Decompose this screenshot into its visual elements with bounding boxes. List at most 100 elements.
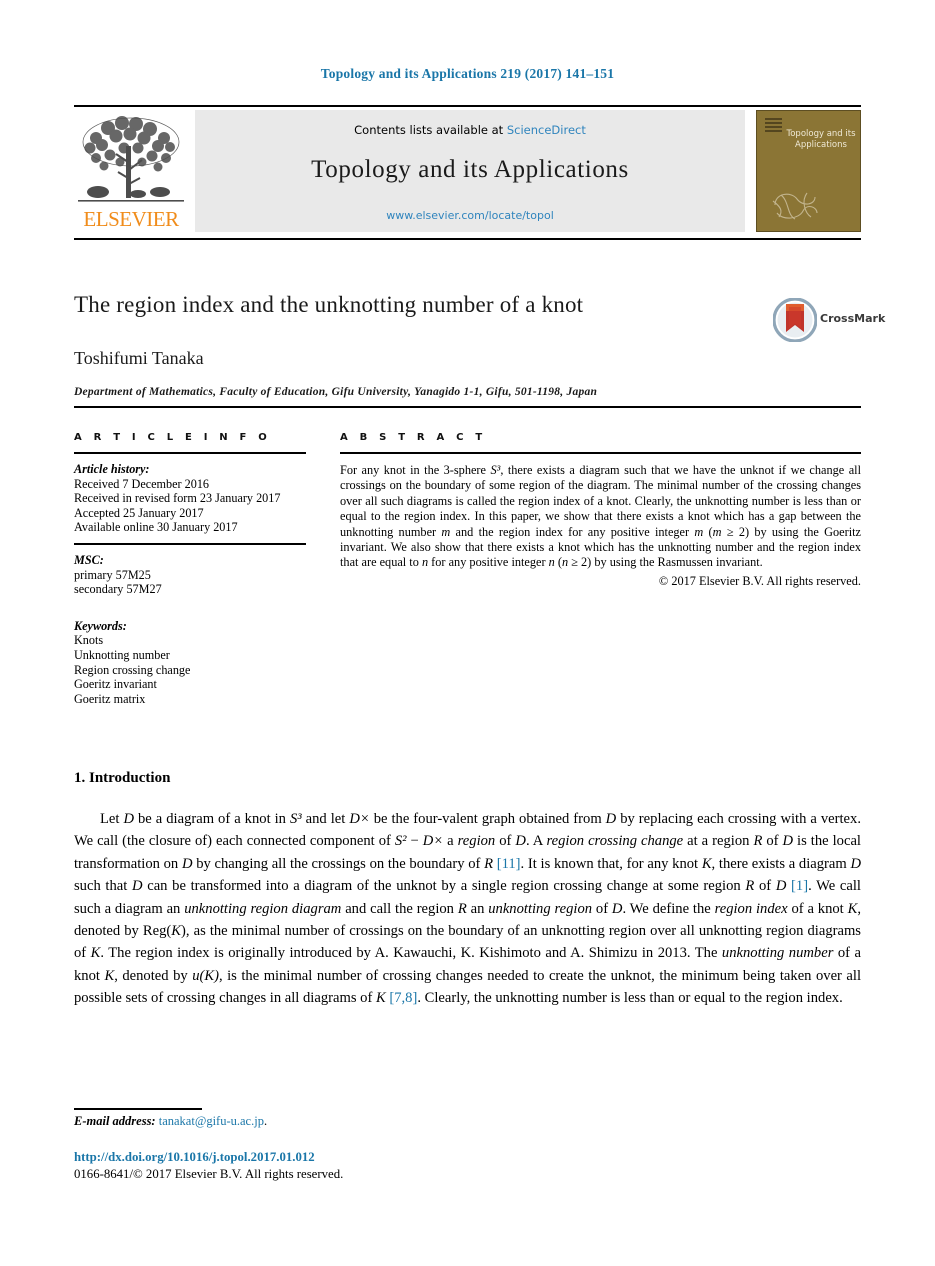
- body-math: D: [605, 811, 617, 827]
- citation-link[interactable]: [7,8]: [389, 990, 417, 1006]
- body-emphasis: unknotting region diagram: [184, 900, 342, 917]
- article-info-rule: [74, 452, 306, 454]
- abstract-math: m: [441, 524, 451, 539]
- body-seg: Let: [100, 811, 124, 827]
- abstract-seg: and the region index for any positive in…: [450, 524, 695, 539]
- body-math: D: [515, 833, 526, 850]
- keywords-label: Keywords:: [74, 618, 127, 633]
- elsevier-wordmark: ELSEVIER: [83, 207, 179, 231]
- body-seg: be a diagram of a knot in: [134, 811, 290, 827]
- article-info-column: A R T I C L E I N F O Article history: R…: [74, 432, 306, 706]
- msc-item: secondary 57M27: [74, 582, 162, 597]
- paper-page: Topology and its Applications 219 (2017)…: [0, 0, 935, 1266]
- body-seg: , denoted by: [114, 967, 193, 984]
- masthead-top-rule: [74, 105, 861, 107]
- keyword-item: Region crossing change: [74, 662, 191, 677]
- journal-name: Topology and its Applications: [311, 156, 629, 183]
- introduction-paragraph: Let D be a diagram of a knot in S³ and l…: [74, 808, 861, 1010]
- email-label: E-mail address:: [74, 1114, 156, 1128]
- abstract-heading: A B S T R A C T: [340, 432, 487, 443]
- body-math: K: [375, 990, 386, 1007]
- body-seg: at a region: [683, 833, 754, 850]
- body-math: K: [90, 945, 101, 962]
- body-seg: be the four-valent graph obtained from: [369, 811, 606, 827]
- body-math: D: [782, 833, 794, 850]
- body-math: K: [104, 967, 115, 984]
- body-math: D×: [349, 811, 370, 827]
- section-title-introduction: 1. Introduction: [74, 770, 171, 786]
- history-item: Received 7 December 2016: [74, 476, 210, 491]
- body-emphasis: region index: [714, 900, 788, 917]
- body-math: D×: [422, 833, 444, 850]
- body-seg: can be transformed into a diagram of the…: [142, 878, 746, 895]
- body-emphasis: unknotting region: [488, 900, 593, 917]
- sciencedirect-link[interactable]: ScienceDirect: [507, 123, 586, 137]
- body-seg: of: [762, 833, 783, 850]
- body-seg: . We define the: [622, 900, 715, 917]
- body-seg: , there exists a diagram: [711, 855, 851, 872]
- journal-url-link[interactable]: www.elsevier.com/locate/topol: [195, 209, 745, 222]
- citation-link[interactable]: [11]: [497, 856, 521, 872]
- crossmark-badge-group[interactable]: CrossMark: [773, 298, 885, 342]
- abstract-text: For any knot in the 3-sphere S³, there e…: [340, 463, 861, 571]
- body-emphasis: region crossing change: [546, 833, 684, 850]
- abstract-math: m: [694, 524, 704, 539]
- body-emphasis: region: [457, 833, 496, 850]
- body-seg: . The region index is originally introdu…: [100, 945, 722, 962]
- body-emphasis: unknotting number: [721, 945, 834, 962]
- running-head: Topology and its Applications 219 (2017)…: [320, 66, 615, 81]
- body-math: R: [457, 900, 467, 917]
- body-seg: and call the region: [341, 900, 458, 917]
- history-item: Available online 30 January 2017: [74, 520, 238, 535]
- body-math: D: [123, 811, 134, 827]
- abstract-seg: (: [554, 555, 562, 570]
- elsevier-tree-icon: [78, 116, 184, 202]
- body-math: S²: [394, 833, 407, 850]
- body-seg: . Clearly, the unknotting number is less…: [417, 990, 843, 1007]
- author-affiliation: Department of Mathematics, Faculty of Ed…: [74, 386, 598, 398]
- paper-title: The region index and the unknotting numb…: [74, 292, 584, 317]
- email-link[interactable]: tanakat@gifu-u.ac.jp: [159, 1114, 264, 1128]
- body-seg: an: [466, 900, 489, 917]
- doi-link[interactable]: http://dx.doi.org/10.1016/j.topol.2017.0…: [74, 1150, 315, 1165]
- crossmark-icon[interactable]: [773, 298, 817, 342]
- journal-masthead: ELSEVIER Contents lists available at Sci…: [74, 110, 861, 232]
- cover-elsevier-icon: [765, 118, 782, 133]
- msc-item: primary 57M25: [74, 567, 151, 582]
- contents-available-line: Contents lists available at ScienceDirec…: [195, 123, 745, 137]
- body-seg: such that: [74, 878, 132, 895]
- keywords-group: Keywords: Knots Unknotting number Region…: [74, 619, 306, 707]
- body-seg: . A: [525, 833, 547, 850]
- body-seg: −: [406, 833, 423, 850]
- body-seg: a: [443, 833, 458, 850]
- elsevier-logo: ELSEVIER: [74, 110, 188, 232]
- crossmark-label: CrossMark: [820, 312, 886, 325]
- body-math: u(K): [192, 967, 219, 984]
- article-info-heading: A R T I C L E I N F O: [74, 432, 271, 443]
- body-math: D: [611, 900, 623, 917]
- footnote-rule: [74, 1108, 202, 1110]
- header-section-rule: [74, 406, 861, 408]
- abstract-seg: (: [703, 524, 713, 539]
- history-item: Received in revised form 23 January 2017: [74, 491, 281, 506]
- keyword-item: Knots: [74, 633, 104, 648]
- title-block: The region index and the unknotting numb…: [74, 292, 861, 398]
- journal-cover-thumbnail: Topology and its Applications: [756, 110, 861, 232]
- email-footnote: E-mail address: tanakat@gifu-u.ac.jp.: [74, 1114, 267, 1129]
- body-math: K: [171, 923, 182, 940]
- body-math: D: [132, 878, 143, 895]
- cover-title-text: Topology and its Applications: [786, 129, 856, 150]
- body-seg: . It is known that, for any knot: [520, 855, 702, 872]
- introduction-body: Let D be a diagram of a knot in S³ and l…: [74, 808, 861, 1010]
- cover-knot-icon: [772, 192, 818, 220]
- body-math: D: [181, 855, 193, 872]
- article-info-divider: [74, 542, 306, 545]
- body-math: K: [701, 855, 712, 872]
- abstract-column: A B S T R A C T For any knot in the 3-sp…: [340, 432, 861, 589]
- abstract-seg: For any knot in the 3-sphere: [340, 463, 491, 477]
- body-math: R: [484, 855, 494, 872]
- citation-link[interactable]: [1]: [791, 878, 808, 894]
- msc-label: MSC:: [74, 552, 104, 567]
- body-math: S³: [289, 811, 302, 827]
- body-math: D: [850, 855, 861, 872]
